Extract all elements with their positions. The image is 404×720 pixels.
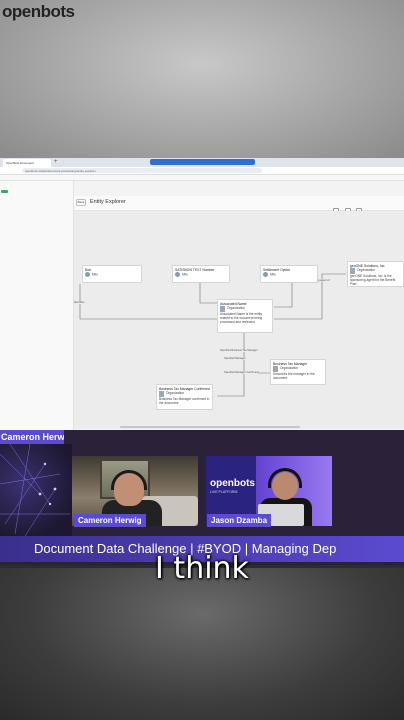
edge-line bbox=[79, 284, 217, 320]
page-header: Back Entity Explorer + − □ bbox=[74, 196, 404, 214]
graph-node[interactable]: Bob Milo bbox=[82, 265, 142, 283]
graph-node[interactable]: Settlement Option Milo bbox=[260, 265, 318, 283]
node-description: Business Tax Manager confirmed in the do… bbox=[159, 397, 210, 405]
person-icon bbox=[263, 272, 268, 277]
brand-logo: openbots bbox=[2, 2, 75, 22]
graph-node[interactable]: Business Tax Manager Confirmed Organizat… bbox=[156, 384, 213, 410]
graph-node[interactable]: SATISBON TEXT Number Milo bbox=[172, 265, 230, 283]
address-bar[interactable]: openbots.io/app/document-processing/enti… bbox=[0, 167, 404, 175]
host-nametag: Cameron Herwig bbox=[74, 514, 146, 527]
screen-share: OpenBots Document + openbots.io/app/docu… bbox=[0, 158, 404, 450]
node-subtitle: Milo bbox=[270, 272, 276, 277]
video-frame: openbots OpenBots Document + openbots.io… bbox=[0, 0, 404, 720]
edge-label: Specified Business Tax Manager bbox=[220, 349, 258, 352]
node-subtitle: Organization bbox=[357, 268, 376, 272]
edge-line bbox=[274, 283, 293, 308]
graph-node[interactable]: genONE Solutions, Inc. Organization genO… bbox=[347, 261, 404, 287]
horizontal-scrollbar[interactable] bbox=[120, 426, 300, 428]
edge-label: Specified Manager bbox=[224, 357, 246, 360]
status-chip[interactable] bbox=[1, 190, 8, 193]
caption-text: I think bbox=[155, 551, 249, 586]
background-blur-bottom bbox=[0, 568, 404, 720]
node-subtitle: Organization bbox=[227, 306, 246, 310]
node-description: genONE Solutions, Inc. is the sponsoring… bbox=[350, 274, 396, 286]
banner-subtitle: LIVE PLATFORM bbox=[210, 490, 238, 494]
edge-label: Identifies bbox=[74, 301, 85, 304]
page-title: Entity Explorer bbox=[90, 199, 126, 205]
nametag-left: Cameron Herwig bbox=[0, 430, 64, 445]
edge-line bbox=[217, 333, 245, 397]
person-icon bbox=[175, 272, 180, 277]
node-subtitle: Milo bbox=[92, 272, 98, 277]
left-sidebar bbox=[0, 181, 74, 435]
node-subtitle: Milo bbox=[182, 272, 188, 277]
background-blur-top bbox=[0, 0, 404, 160]
headset-icon bbox=[268, 468, 302, 488]
node-description: Associated Name is the entity related to… bbox=[220, 312, 263, 324]
browser-tab-strip: OpenBots Document + bbox=[0, 158, 404, 167]
person-icon bbox=[85, 272, 90, 277]
url-field[interactable]: openbots.io/app/document-processing/enti… bbox=[22, 168, 262, 173]
stream-overlay: Cameron Herwig Cameron Herwig bbox=[0, 430, 404, 565]
network-lines bbox=[0, 444, 70, 544]
graph-node[interactable]: Associated Name Organization Associated … bbox=[217, 299, 273, 333]
node-subtitle: Organization bbox=[280, 366, 299, 370]
browser-tab[interactable]: OpenBots Document bbox=[3, 159, 51, 167]
back-button[interactable]: Back bbox=[76, 199, 86, 206]
network-graphic bbox=[0, 444, 72, 544]
graph-canvas[interactable]: Identifies Is sponsoring agent of Specif… bbox=[74, 211, 404, 429]
node-subtitle: Organization bbox=[166, 391, 185, 395]
host-nametag: Jason Dzamba bbox=[207, 514, 272, 527]
edge-label: Specified Manager Confirmed bbox=[224, 371, 259, 374]
graph-node[interactable]: Business Tax Manager Organization Descri… bbox=[270, 359, 326, 385]
brand-logo-text: openbots bbox=[2, 2, 75, 21]
node-description: Describes the manager in the document. bbox=[273, 372, 315, 380]
share-indicator-bar bbox=[150, 159, 255, 165]
banner-logo: openbots bbox=[210, 478, 255, 489]
new-tab-icon[interactable]: + bbox=[54, 159, 58, 166]
